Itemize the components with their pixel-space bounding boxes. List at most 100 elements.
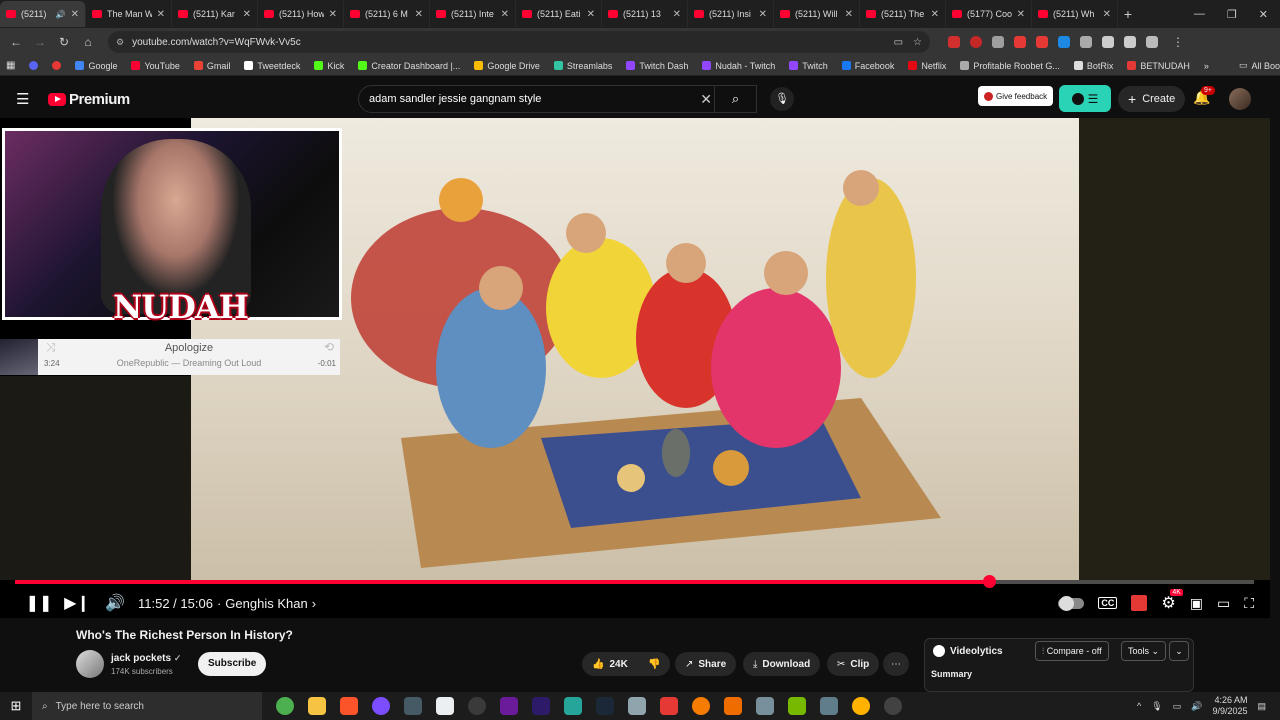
chrome-app-icon[interactable] — [276, 697, 294, 715]
extension-icon[interactable] — [1036, 36, 1048, 48]
voice-search-mic-icon[interactable]: 🎙 — [770, 87, 794, 111]
chevron-right-icon[interactable]: › — [312, 596, 316, 611]
compare-toggle-button[interactable]: ⫶ Compare - off — [1035, 641, 1109, 661]
app-icon[interactable] — [500, 697, 518, 715]
autoplay-toggle[interactable] — [1058, 595, 1085, 611]
adblock-extension-icon[interactable] — [948, 36, 960, 48]
app-icon[interactable] — [404, 697, 422, 715]
audio-playing-icon[interactable]: 🔊 — [56, 10, 66, 19]
calculator-app-icon[interactable] — [820, 697, 838, 715]
app-icon[interactable] — [724, 697, 742, 715]
taskbar-search-input[interactable]: ⌕ Type here to search — [32, 692, 262, 720]
clip-button[interactable]: ✂ Clip — [827, 652, 880, 676]
extension-icon[interactable] — [992, 36, 1004, 48]
bookmarks-overflow-icon[interactable]: » — [1204, 61, 1209, 71]
next-button[interactable]: ▶❙ — [58, 593, 96, 613]
bookmark-item[interactable]: BETNUDAH — [1127, 61, 1190, 71]
bookmark-item[interactable]: Profitable Roobet G... — [960, 61, 1060, 71]
bookmark-item[interactable]: Tweetdeck — [244, 61, 300, 71]
search-button[interactable]: ⌕ — [714, 86, 756, 112]
brave-app-icon[interactable] — [340, 697, 358, 715]
app-icon[interactable] — [564, 697, 582, 715]
close-tab-icon[interactable]: ✕ — [673, 9, 681, 20]
browser-tab[interactable]: (5211) Eati ✕ — [516, 1, 602, 27]
back-icon[interactable]: ← — [6, 35, 26, 49]
close-tab-icon[interactable]: ✕ — [845, 9, 853, 20]
bookmark-item[interactable]: BotRix — [1073, 61, 1113, 71]
give-feedback-button[interactable]: Give feedback — [978, 86, 1054, 106]
more-actions-button[interactable]: ⋯ — [883, 652, 909, 676]
close-tab-icon[interactable]: ✕ — [415, 9, 423, 20]
bookmark-item[interactable]: Facebook — [841, 61, 894, 71]
extension-icon[interactable] — [1146, 36, 1158, 48]
sidepanel-icon[interactable] — [1102, 36, 1114, 48]
obs-app-icon[interactable] — [372, 697, 390, 715]
chapter-title[interactable]: Genghis Khan — [225, 596, 307, 611]
app-icon[interactable] — [660, 697, 678, 715]
app-icon[interactable] — [756, 697, 774, 715]
browser-tab[interactable]: (5211) Inte ✕ — [430, 1, 516, 27]
youtube-logo[interactable]: Premium — [48, 91, 130, 108]
close-tab-icon[interactable]: ✕ — [71, 9, 79, 20]
close-tab-icon[interactable]: ✕ — [243, 9, 251, 20]
close-window-icon[interactable]: ✕ — [1259, 8, 1268, 21]
search-input[interactable]: adam sandler jessie gangnam style ✕ ⌕ — [358, 85, 757, 113]
browser-menu-icon[interactable]: ⋮ — [1168, 35, 1188, 49]
bookmark-item[interactable]: YouTube — [131, 61, 180, 71]
create-button[interactable]: + Create — [1118, 86, 1186, 112]
dislike-button[interactable]: 👎 — [638, 652, 671, 676]
nvidia-app-icon[interactable] — [788, 697, 806, 715]
app-icon[interactable] — [628, 697, 646, 715]
close-tab-icon[interactable]: ✕ — [1017, 9, 1025, 20]
browser-tab[interactable]: (5211) 🔊 ✕ — [0, 1, 86, 27]
bookmark-discord[interactable] — [29, 61, 39, 70]
extension-player-icon[interactable] — [1131, 595, 1148, 611]
close-tab-icon[interactable]: ✕ — [587, 9, 595, 20]
close-tab-icon[interactable]: ✕ — [157, 9, 165, 20]
browser-tab[interactable]: (5211) Insi ✕ — [688, 1, 774, 27]
minimize-icon[interactable]: — — [1194, 8, 1205, 21]
progress-bar[interactable] — [15, 575, 1254, 588]
reload-icon[interactable]: ↻ — [54, 35, 74, 49]
forward-icon[interactable]: → — [30, 35, 50, 49]
app-icon[interactable] — [468, 697, 486, 715]
network-icon[interactable]: ▭ — [1173, 701, 1182, 712]
tab-search-icon[interactable] — [1124, 36, 1136, 48]
site-info-icon[interactable]: ⚙ — [116, 37, 124, 48]
settings-gear-icon[interactable]: ⚙ 4K — [1161, 589, 1183, 613]
channel-avatar[interactable] — [76, 650, 104, 678]
subtitles-cc-icon[interactable]: CC — [1098, 597, 1118, 609]
browser-tab[interactable]: (5211) Kar ✕ — [172, 1, 258, 27]
hamburger-menu-icon[interactable]: ☰ — [16, 90, 29, 108]
channel-name[interactable]: jack pockets ✓ — [111, 653, 181, 664]
browser-tab[interactable]: (5211) The ✕ — [860, 1, 946, 27]
cast-icon[interactable]: ▭ — [894, 37, 903, 48]
premiere-app-icon[interactable] — [532, 697, 550, 715]
share-button[interactable]: ↗ Share — [675, 652, 737, 676]
close-tab-icon[interactable]: ✕ — [931, 9, 939, 20]
all-bookmarks[interactable]: ▭ All Bookmarks — [1239, 60, 1280, 71]
app-icon[interactable] — [852, 697, 870, 715]
theater-mode-icon[interactable]: ▭ — [1217, 595, 1230, 612]
browser-tab[interactable]: (5211) How ✕ — [258, 1, 344, 27]
new-tab-button[interactable]: + — [1118, 6, 1138, 22]
miniplayer-icon[interactable]: ▣ — [1190, 595, 1203, 612]
browser-tab[interactable]: (5177) Coo ✕ — [946, 1, 1032, 27]
steam-app-icon[interactable] — [596, 697, 614, 715]
extension-icon[interactable] — [1058, 36, 1070, 48]
bookmark-item[interactable]: Nudah - Twitch — [702, 61, 775, 71]
extension-menu-button[interactable]: ☰ — [1059, 85, 1111, 112]
bookmark-item[interactable]: Netflix — [908, 61, 946, 71]
bookmark-item[interactable]: Kick — [314, 61, 344, 71]
browser-tab[interactable]: (5211) Wh ✕ — [1032, 1, 1118, 27]
windows-start-icon[interactable]: ⊞ — [0, 698, 32, 714]
tools-dropdown[interactable]: Tools ⌄ — [1121, 641, 1167, 661]
pause-button[interactable]: ❚❚ — [20, 593, 58, 613]
close-tab-icon[interactable]: ✕ — [501, 9, 509, 20]
extensions-puzzle-icon[interactable] — [1080, 36, 1092, 48]
video-player[interactable]: NUDAH 3:24 ⤨ Apologize OneRepublic — Dre… — [0, 118, 1270, 618]
subscribe-button[interactable]: Subscribe — [198, 652, 267, 676]
document-app-icon[interactable] — [436, 697, 454, 715]
bookmark-star-icon[interactable]: ☆ — [913, 37, 922, 48]
fullscreen-icon[interactable]: ⛶ — [1244, 595, 1254, 612]
